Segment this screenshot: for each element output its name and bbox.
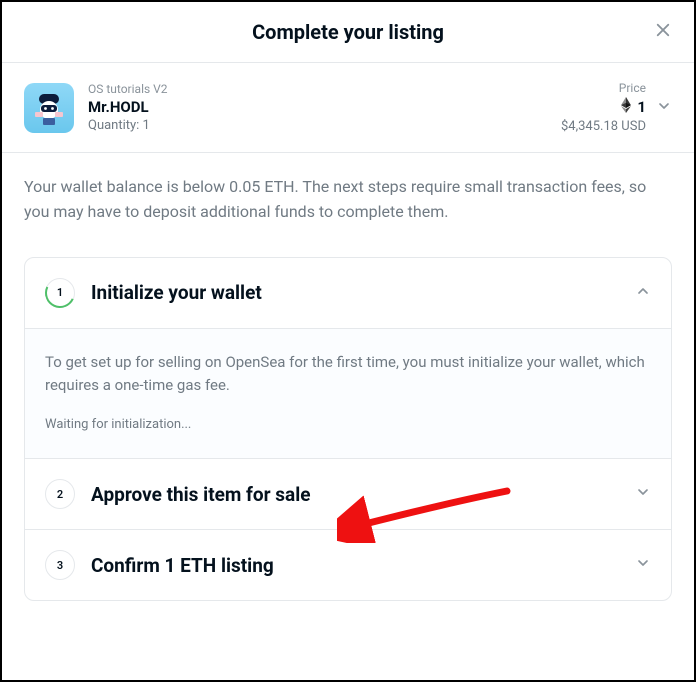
step-body: To get set up for selling on OpenSea for… (25, 328, 671, 459)
price-usd: $4,345.18 USD (561, 119, 646, 134)
step-number-badge: 2 (45, 479, 75, 509)
chevron-down-icon (635, 484, 651, 504)
step-header[interactable]: 1 Initialize your wallet (25, 258, 671, 328)
collection-name: OS tutorials V2 (88, 82, 561, 96)
step-header[interactable]: 2 Approve this item for sale (25, 459, 671, 529)
step-confirm-listing: 3 Confirm 1 ETH listing (25, 530, 671, 600)
chevron-up-icon (635, 283, 651, 303)
step-title: Confirm 1 ETH listing (91, 554, 635, 577)
item-thumbnail (24, 83, 74, 133)
step-approve-item: 2 Approve this item for sale (25, 459, 671, 530)
close-icon[interactable] (654, 21, 672, 43)
modal-title: Complete your listing (252, 20, 444, 44)
wallet-warning: Your wallet balance is below 0.05 ETH. T… (24, 175, 672, 225)
step-title: Approve this item for sale (91, 483, 635, 506)
chevron-down-icon[interactable] (656, 98, 672, 118)
step-number-badge: 1 (45, 278, 75, 308)
ethereum-icon (621, 97, 631, 117)
price-label: Price (561, 81, 646, 95)
step-title: Initialize your wallet (91, 281, 635, 304)
step-description: To get set up for selling on OpenSea for… (45, 351, 651, 398)
step-initialize-wallet: 1 Initialize your wallet To get set up f… (25, 258, 671, 460)
item-meta: OS tutorials V2 Mr.HODL Quantity: 1 (88, 82, 561, 133)
modal-header: Complete your listing (2, 2, 694, 63)
item-name: Mr.HODL (88, 98, 561, 116)
step-header[interactable]: 3 Confirm 1 ETH listing (25, 530, 671, 600)
item-quantity: Quantity: 1 (88, 118, 561, 133)
chevron-down-icon (635, 555, 651, 575)
steps-list: 1 Initialize your wallet To get set up f… (24, 257, 672, 602)
step-waiting: Waiting for initialization... (45, 417, 651, 432)
price-block: Price 1 $4,345.18 USD (561, 81, 646, 134)
item-summary: OS tutorials V2 Mr.HODL Quantity: 1 Pric… (2, 63, 694, 153)
modal-body: Your wallet balance is below 0.05 ETH. T… (2, 153, 694, 680)
step-number-badge: 3 (45, 550, 75, 580)
price-value: 1 (637, 98, 646, 116)
